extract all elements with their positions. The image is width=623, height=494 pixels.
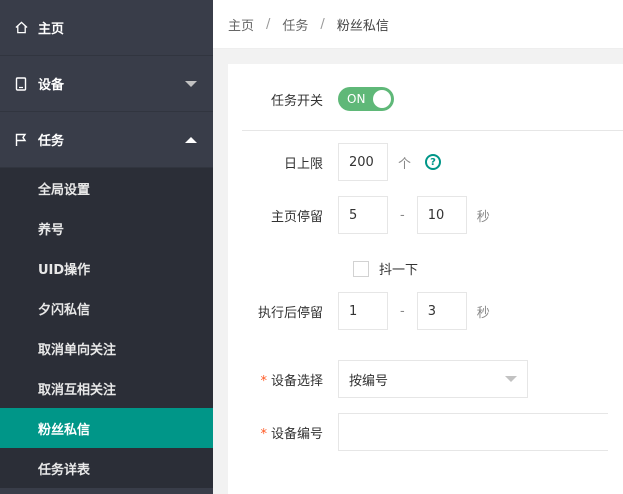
daily-limit-row: 日上限 200 个 ?: [228, 143, 442, 181]
chevron-down-icon: [505, 376, 517, 382]
post-stay-row: 执行后停留 1 - 3 秒: [228, 292, 490, 330]
task-switch-toggle[interactable]: ON: [338, 87, 394, 111]
home-stay-label: 主页停留: [270, 209, 323, 225]
daily-limit-input[interactable]: 200: [338, 143, 388, 181]
range-dash: -: [400, 303, 405, 319]
breadcrumb-task[interactable]: 任务: [282, 15, 308, 34]
sidebar-item-fan-dm[interactable]: 粉丝私信: [0, 408, 213, 448]
device-select-dropdown[interactable]: 按编号: [338, 360, 528, 398]
divider: [242, 130, 623, 131]
flag-icon: [14, 133, 28, 147]
breadcrumb-current: 粉丝私信: [336, 18, 389, 34]
chevron-up-icon: [185, 136, 197, 143]
range-dash: -: [400, 207, 405, 223]
sidebar-item-device[interactable]: 设备: [0, 56, 213, 112]
device-number-row: * 设备编号: [228, 413, 608, 451]
breadcrumb-separator: /: [266, 16, 271, 32]
device-number-input[interactable]: [338, 413, 608, 451]
sidebar: 主页 设备 任务 全局设置 养号 UID操作 夕闪私信 取消单向关注 取消互相关…: [0, 0, 213, 494]
form-panel: 任务开关 ON 日上限 200 个 ? 主页停留 5 - 10 秒 抖一下 执行…: [228, 64, 623, 494]
daily-limit-unit: 个: [398, 156, 412, 172]
sidebar-item-nurture[interactable]: 养号: [0, 208, 213, 248]
chevron-down-icon: [185, 80, 197, 87]
home-stay-row: 主页停留 5 - 10 秒: [228, 196, 490, 234]
sidebar-item-unfollow-oneway[interactable]: 取消单向关注: [0, 328, 213, 368]
breadcrumb: 主页 / 任务 / 粉丝私信: [213, 0, 623, 49]
sidebar-submenu-task: 全局设置 养号 UID操作 夕闪私信 取消单向关注 取消互相关注 粉丝私信 任务…: [0, 168, 213, 488]
device-select-row: * 设备选择 按编号: [228, 360, 528, 398]
sidebar-item-uid-op[interactable]: UID操作: [0, 248, 213, 288]
post-stay-min-input[interactable]: 1: [338, 292, 388, 330]
post-stay-unit: 秒: [476, 305, 490, 321]
shake-checkbox[interactable]: [353, 260, 369, 277]
post-stay-label: 执行后停留: [257, 305, 323, 321]
required-mark: *: [260, 426, 267, 442]
task-switch-row: 任务开关 ON: [228, 87, 394, 111]
help-icon[interactable]: ?: [425, 154, 442, 170]
home-stay-min-input[interactable]: 5: [338, 196, 388, 234]
home-stay-max-input[interactable]: 10: [416, 196, 467, 234]
device-select-value: 按编号: [349, 373, 389, 389]
home-stay-unit: 秒: [476, 209, 490, 225]
sidebar-item-task-detail[interactable]: 任务详表: [0, 448, 213, 488]
post-stay-max-input[interactable]: 3: [416, 292, 467, 330]
required-mark: *: [260, 373, 267, 389]
sidebar-item-label: 设备: [38, 78, 65, 93]
device-number-label: * 设备编号: [260, 426, 323, 442]
sidebar-item-flash-dm[interactable]: 夕闪私信: [0, 288, 213, 328]
sidebar-item-task[interactable]: 任务: [0, 112, 213, 168]
sidebar-item-home[interactable]: 主页: [0, 0, 213, 56]
sidebar-item-label: 任务: [38, 134, 65, 149]
sidebar-item-unfollow-mutual[interactable]: 取消互相关注: [0, 368, 213, 408]
switch-state-text: ON: [347, 92, 366, 106]
task-switch-label: 任务开关: [270, 93, 323, 109]
sidebar-item-label: 主页: [38, 22, 65, 37]
device-select-label: * 设备选择: [260, 373, 323, 389]
home-icon: [14, 21, 28, 35]
tablet-icon: [14, 76, 28, 91]
shake-row: 抖一下: [353, 259, 418, 278]
shake-label: 抖一下: [379, 263, 419, 278]
sidebar-item-global-settings[interactable]: 全局设置: [0, 168, 213, 208]
breadcrumb-home[interactable]: 主页: [228, 15, 254, 34]
daily-limit-label: 日上限: [283, 156, 323, 172]
breadcrumb-separator: /: [320, 16, 325, 32]
switch-knob: [373, 90, 391, 108]
